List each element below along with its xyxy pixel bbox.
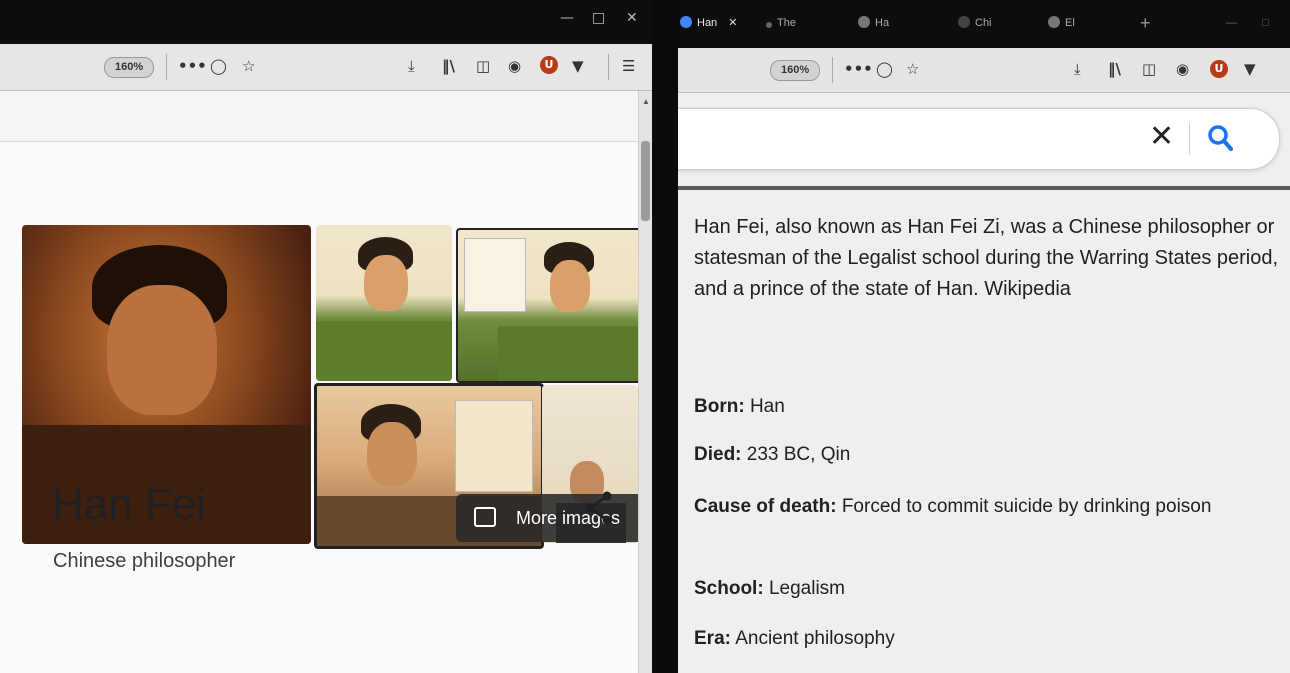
thumb-face: [550, 260, 590, 312]
scroll-up-arrow-icon[interactable]: ▲: [642, 97, 650, 106]
minimize-icon[interactable]: —: [560, 10, 574, 26]
fact-school: School: Legalism: [694, 574, 1284, 603]
extension-icon[interactable]: ◉: [1176, 59, 1189, 79]
fact-born: Born: Han: [694, 392, 1284, 421]
library-icon[interactable]: ‖\: [442, 56, 455, 76]
google-favicon-icon: [680, 16, 692, 28]
zoom-level-button[interactable]: 160%: [104, 57, 155, 78]
search-input[interactable]: ✕: [678, 108, 1280, 170]
fact-label: Cause of death:: [694, 496, 837, 517]
fact-value[interactable]: Ancient philosophy: [735, 628, 895, 649]
new-tab-button[interactable]: +: [1140, 10, 1151, 36]
thumb-face: [367, 422, 417, 486]
thumb-quote: [455, 400, 533, 492]
shield-icon[interactable]: ▼: [1244, 59, 1256, 79]
header-divider: [678, 186, 1290, 190]
scrollbar-thumb[interactable]: [641, 141, 650, 221]
tab-close-icon[interactable]: ✕: [728, 17, 737, 29]
tab-label: Han: [697, 17, 718, 29]
toolbar-separator: [608, 54, 609, 80]
fact-value[interactable]: Legalism: [769, 578, 845, 599]
reader-view-icon[interactable]: ◫: [1142, 59, 1156, 79]
google-favicon-icon: [858, 16, 870, 28]
extension-icon[interactable]: ◉: [508, 56, 521, 76]
knowledge-panel-title: Han Fei: [52, 480, 207, 529]
thumb-quote: [464, 238, 526, 312]
thumb-robe: [316, 321, 452, 381]
tab-label: El: [1065, 17, 1075, 29]
fact-label: School:: [694, 578, 764, 599]
wikipedia-link[interactable]: Wikipedia: [984, 278, 1071, 300]
fact-label: Born:: [694, 396, 745, 417]
ublock-icon[interactable]: U: [1210, 60, 1228, 78]
left-browser-window: — □ ✕ 160% ••• ◯ ☆ ⤓ ‖\ ◫ ◉ U ▼ ☰ More i…: [0, 0, 652, 673]
fact-value[interactable]: Han: [750, 396, 785, 417]
image-thumbnail-1[interactable]: [316, 225, 452, 381]
share-icon[interactable]: [583, 490, 615, 526]
maximize-icon[interactable]: □: [592, 10, 605, 26]
clear-icon[interactable]: ✕: [1149, 119, 1174, 155]
fact-died: Died: 233 BC, Qin: [694, 440, 1284, 469]
download-icon[interactable]: ⤓: [1074, 59, 1081, 79]
toolbar-separator: [166, 54, 167, 80]
fact-value[interactable]: 233 BC, Qin: [747, 444, 851, 465]
left-page-content: More images Han Fei Chinese philosopher: [0, 91, 642, 673]
search-separator: [1189, 123, 1190, 155]
tab-label: Chi: [975, 17, 992, 29]
thumb-face: [364, 255, 408, 311]
monitor-bezel-divider: [652, 0, 678, 673]
search-icon[interactable]: [1207, 123, 1233, 153]
search-bar-strip: [0, 91, 638, 142]
knowledge-panel-subtitle: Chinese philosopher: [53, 550, 236, 572]
tab-bar: Han ✕ The Ha Chi El + — □: [678, 0, 1290, 48]
knowledge-panel-description: Han Fei, also known as Han Fei Zi, was a…: [694, 212, 1279, 305]
pocket-icon[interactable]: ◯: [210, 56, 227, 76]
page-favicon-icon: [958, 16, 970, 28]
bookmark-star-icon[interactable]: ☆: [906, 59, 919, 79]
audio-icon: [766, 22, 772, 28]
ublock-icon[interactable]: U: [540, 56, 558, 74]
image-thumbnail-2[interactable]: [456, 228, 642, 383]
zoom-level-button[interactable]: 160%: [770, 60, 821, 81]
fact-cause-of-death: Cause of death: Forced to commit suicide…: [694, 492, 1284, 521]
tab-chi[interactable]: Chi: [958, 10, 992, 36]
tab-label: The: [777, 17, 796, 29]
right-toolbar: 160% ••• ◯ ☆ ⤓ ‖\ ◫ ◉ U ▼: [678, 48, 1290, 93]
fact-era: Era: Ancient philosophy: [694, 624, 1284, 653]
left-toolbar: 160% ••• ◯ ☆ ⤓ ‖\ ◫ ◉ U ▼ ☰: [0, 44, 652, 91]
pocket-icon[interactable]: ◯: [876, 59, 893, 79]
reader-view-icon[interactable]: ◫: [476, 56, 490, 76]
minimize-icon[interactable]: —: [1226, 10, 1237, 36]
tab-han[interactable]: Han ✕: [680, 10, 737, 36]
library-icon[interactable]: ‖\: [1108, 59, 1121, 79]
fact-label: Era:: [694, 628, 731, 649]
right-browser-window: Han ✕ The Ha Chi El + — □ 160% ••• ◯ ☆ ⤓…: [678, 0, 1290, 673]
download-icon[interactable]: ⤓: [408, 56, 415, 76]
maximize-icon[interactable]: □: [1262, 10, 1269, 36]
tab-the[interactable]: The: [766, 10, 796, 36]
portrait-face: [107, 285, 217, 415]
google-favicon-icon: [1048, 16, 1060, 28]
image-icon: [474, 507, 496, 527]
page-actions-menu-icon[interactable]: •••: [178, 56, 207, 76]
fact-value: Forced to commit suicide by drinking poi…: [841, 496, 1212, 517]
bookmark-star-icon[interactable]: ☆: [242, 56, 255, 76]
close-window-icon[interactable]: ✕: [626, 10, 638, 26]
shield-icon[interactable]: ▼: [572, 56, 584, 76]
tab-ha[interactable]: Ha: [858, 10, 889, 36]
hamburger-menu-icon[interactable]: ☰: [622, 56, 635, 76]
vertical-scrollbar[interactable]: ▲: [638, 91, 652, 673]
page-actions-menu-icon[interactable]: •••: [844, 59, 873, 79]
tab-el[interactable]: El: [1048, 10, 1075, 36]
fact-label: Died:: [694, 444, 742, 465]
thumb-robe: [498, 326, 640, 381]
tab-label: Ha: [875, 17, 890, 29]
toolbar-separator: [832, 57, 833, 83]
left-title-bar: — □ ✕: [0, 0, 652, 44]
